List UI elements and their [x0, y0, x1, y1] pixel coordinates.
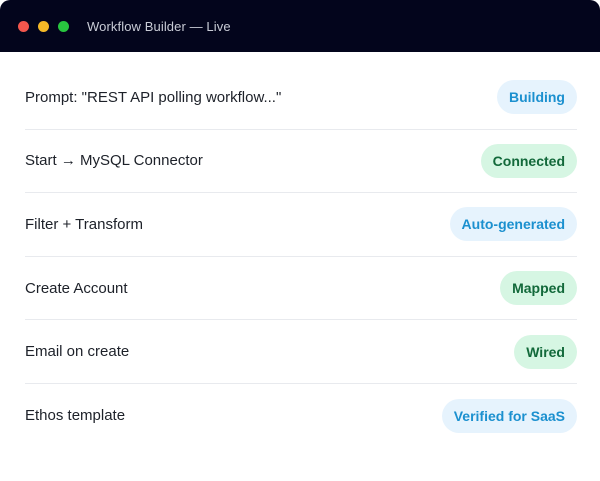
- workflow-steps-list: Prompt: "REST API polling workflow..." B…: [0, 52, 600, 448]
- workflow-step-row[interactable]: Email on create Wired: [25, 320, 577, 384]
- status-badge: Mapped: [500, 271, 577, 306]
- workflow-step-row[interactable]: Start → MySQL Connector Connected: [25, 130, 577, 194]
- status-badge: Verified for SaaS: [441, 398, 577, 433]
- step-label: Start → MySQL Connector: [25, 152, 203, 170]
- workflow-step-row[interactable]: Filter + Transform Auto-generated: [25, 193, 577, 257]
- step-label: Filter + Transform: [25, 215, 143, 233]
- step-label: Email on create: [25, 343, 130, 361]
- window-titlebar: Workflow Builder — Live: [0, 0, 600, 52]
- workflow-step-row[interactable]: Ethos template Verified for SaaS: [25, 384, 577, 448]
- status-badge: Connected: [480, 143, 577, 178]
- step-label: Ethos template: [25, 407, 126, 425]
- status-badge: Building: [497, 80, 577, 115]
- workflow-step-row[interactable]: Create Account Mapped: [25, 257, 577, 321]
- status-badge: Wired: [514, 334, 577, 369]
- maximize-window-button[interactable]: [58, 20, 69, 32]
- status-badge: Auto-generated: [449, 207, 577, 242]
- close-window-button[interactable]: [18, 20, 29, 32]
- step-label: Prompt: "REST API polling workflow...": [25, 88, 282, 106]
- step-label: Create Account: [25, 279, 128, 297]
- workflow-step-row[interactable]: Prompt: "REST API polling workflow..." B…: [25, 66, 577, 130]
- window-title: Workflow Builder — Live: [87, 18, 231, 34]
- minimize-window-button[interactable]: [38, 20, 49, 32]
- workflow-builder-window: Workflow Builder — Live Prompt: "REST AP…: [0, 0, 600, 481]
